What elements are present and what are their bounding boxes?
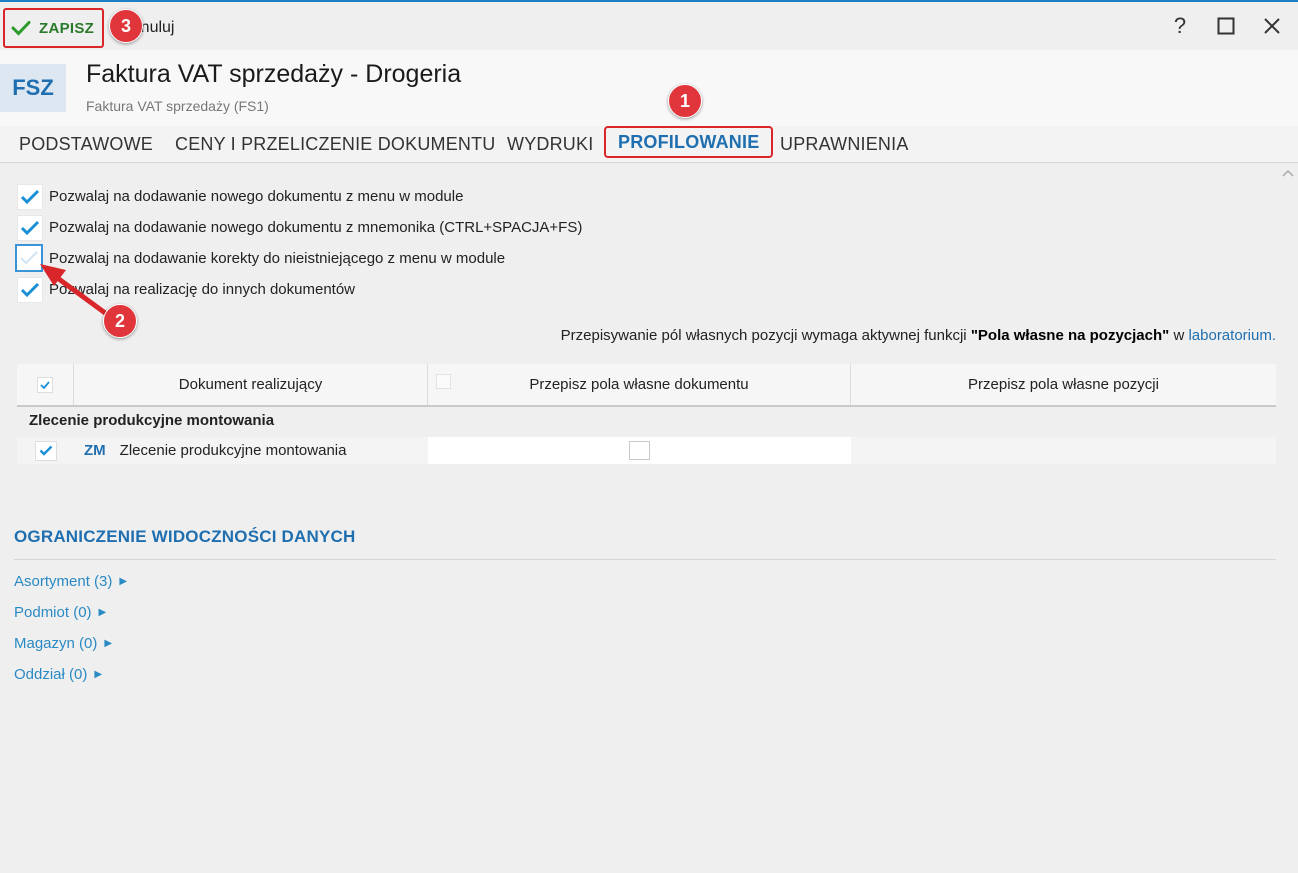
tab-uprawnienia[interactable]: UPRAWNIENIA	[780, 126, 909, 162]
triangle-right-icon: ▶	[104, 638, 113, 649]
row-doc-name: Zlecenie produkcyjne montowania	[119, 442, 347, 459]
info-text: Przepisywanie pól własnych pozycji wymag…	[561, 327, 1276, 344]
checkmark-icon	[20, 220, 40, 236]
option-label-3: Pozwalaj na dodawanie korekty do nieistn…	[49, 250, 506, 267]
info-text-before: Przepisywanie pól własnych pozycji wymag…	[560, 327, 971, 344]
page-title: Faktura VAT sprzedaży - Drogeria	[86, 60, 462, 88]
help-icon[interactable]: ?	[1166, 12, 1194, 40]
link-magazyn[interactable]: Magazyn (0) ▶	[14, 635, 112, 652]
tab-ceny[interactable]: CENY I PRZELICZENIE DOKUMENTU	[175, 126, 496, 162]
row-select-cell[interactable]	[17, 437, 74, 464]
document-type-icon: FSZ	[0, 64, 66, 112]
link-oddzial[interactable]: Oddział (0) ▶	[14, 666, 102, 683]
scroll-up-icon[interactable]	[1282, 166, 1294, 180]
tab-bar: PODSTAWOWE CENY I PRZELICZENIE DOKUMENTU…	[0, 126, 1298, 163]
close-icon[interactable]	[1258, 12, 1286, 40]
maximize-icon[interactable]	[1212, 12, 1240, 40]
checkmark-icon	[11, 21, 31, 36]
option-checkbox-3[interactable]	[15, 244, 43, 272]
annotation-badge-2: 2	[103, 304, 137, 338]
column-header-doc-fields: Przepisz pola własne dokumentu	[428, 364, 851, 405]
option-label-4: Pozwalaj na realizację do innych dokumen…	[49, 281, 356, 298]
tab-profilowanie[interactable]: PROFILOWANIE	[604, 126, 774, 158]
toolbar: ZAPISZ Anuluj ?	[0, 0, 1298, 50]
option-checkbox-2[interactable]	[17, 215, 43, 241]
row-doc-fields-cell[interactable]	[428, 437, 851, 464]
column-header-doc-fields-label: Przepisz pola własne dokumentu	[529, 376, 749, 393]
triangle-right-icon: ▶	[98, 607, 107, 618]
page-subtitle: Faktura VAT sprzedaży (FS1)	[86, 98, 269, 114]
laboratorium-link[interactable]: laboratorium.	[1188, 327, 1276, 344]
checkmark-faint-icon	[20, 251, 38, 265]
save-button[interactable]: ZAPISZ	[3, 8, 104, 48]
checkmark-icon	[40, 380, 50, 389]
annotation-badge-1: 1	[668, 84, 702, 118]
section-divider	[14, 559, 1276, 560]
tab-podstawowe[interactable]: PODSTAWOWE	[19, 126, 153, 162]
triangle-right-icon: ▶	[94, 669, 103, 680]
checkmark-icon	[39, 445, 52, 456]
link-asortyment[interactable]: Asortyment (3) ▶	[14, 573, 127, 590]
select-all-cell[interactable]	[17, 364, 74, 405]
select-all-checkbox[interactable]	[37, 376, 53, 393]
column-header-position-fields: Przepisz pola własne pozycji	[968, 376, 1159, 393]
document-header: FSZ Faktura VAT sprzedaży - Drogeria Fak…	[0, 50, 1298, 126]
row-checkbox[interactable]	[34, 440, 57, 461]
window-controls: ?	[1166, 12, 1286, 40]
row-position-fields-cell	[851, 437, 1276, 464]
link-oddzial-label: Oddział (0)	[14, 666, 88, 683]
option-label-2: Pozwalaj na dodawanie nowego dokumentu z…	[49, 219, 583, 236]
checkmark-icon	[20, 282, 40, 298]
row-doc-fields-checkbox[interactable]	[629, 441, 650, 460]
triangle-right-icon: ▶	[119, 576, 128, 587]
section-title: OGRANICZENIE WIDOCZNOŚCI DANYCH	[14, 527, 356, 546]
info-text-mid: w	[1169, 327, 1189, 344]
option-checkbox-1[interactable]	[17, 184, 43, 210]
column-header-document: Dokument realizujący	[74, 364, 428, 405]
annotation-badge-3: 3	[109, 9, 143, 43]
tab-wydruki[interactable]: WYDRUKI	[507, 126, 593, 162]
table-row[interactable]: ZM Zlecenie produkcyjne montowania	[17, 437, 1276, 464]
save-button-label: ZAPISZ	[39, 19, 95, 37]
option-label-1: Pozwalaj na dodawanie nowego dokumentu z…	[49, 188, 464, 205]
link-asortyment-label: Asortyment (3)	[14, 573, 113, 590]
doc-fields-header-checkbox[interactable]	[436, 374, 451, 389]
link-podmiot[interactable]: Podmiot (0) ▶	[14, 604, 106, 621]
table-group-label: Zlecenie produkcyjne montowania	[29, 412, 275, 429]
checkmark-icon	[20, 189, 40, 205]
row-document-cell: ZM Zlecenie produkcyjne montowania	[74, 437, 428, 464]
info-bold: "Pola własne na pozycjach"	[970, 327, 1170, 344]
option-checkbox-4[interactable]	[17, 277, 43, 303]
row-doc-code: ZM	[84, 442, 106, 459]
link-magazyn-label: Magazyn (0)	[14, 635, 98, 652]
table-header: Dokument realizujący Przepisz pola własn…	[17, 364, 1276, 407]
link-podmiot-label: Podmiot (0)	[14, 604, 92, 621]
